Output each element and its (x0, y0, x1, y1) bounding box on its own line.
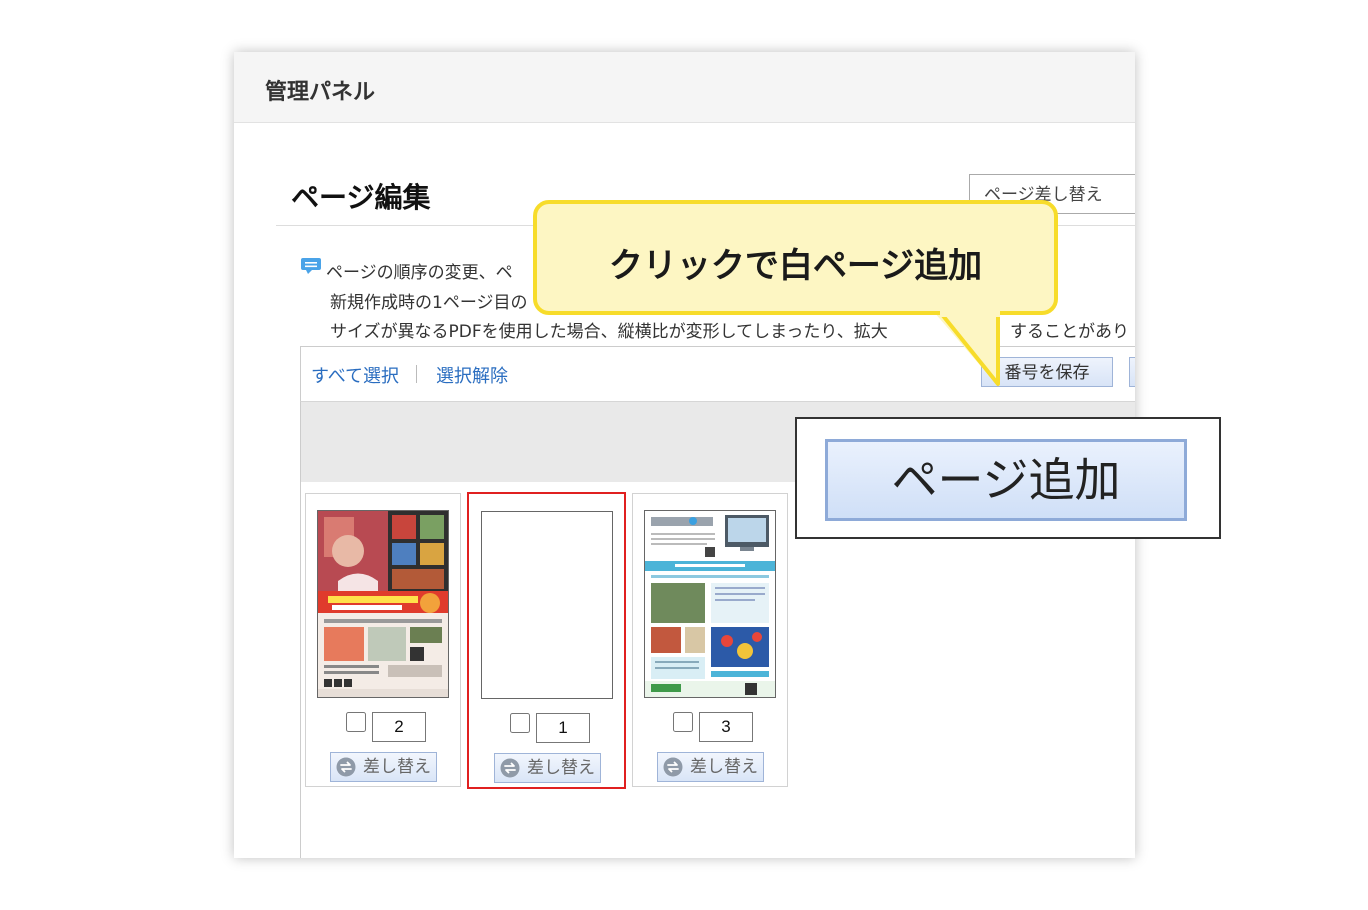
panel-title: 管理パネル (265, 80, 376, 105)
page-thumbnail-blank[interactable] (481, 511, 613, 699)
toolbar-separator (416, 365, 417, 383)
page-card[interactable]: 差し替え (632, 493, 788, 787)
replace-button-label: 差し替え (363, 757, 431, 777)
page-card[interactable]: 差し替え (305, 493, 461, 787)
wisebook-brochure-image (645, 511, 775, 697)
callout-text: クリックで白ページ追加 (608, 246, 983, 286)
deselect-link[interactable]: 選択解除 (436, 362, 508, 388)
comment-icon (301, 258, 321, 274)
callout-bubble: クリックで白ページ追加 (533, 200, 1058, 315)
callout-tail-join (940, 305, 1000, 317)
swap-arrows-icon (336, 757, 356, 777)
replace-button[interactable]: 差し替え (657, 752, 764, 782)
info-line-3a: サイズが異なるPDFを使用した場合、縦横比が変形してしまったり、拡大 (330, 322, 888, 342)
page-checkbox[interactable] (346, 712, 366, 732)
page-title: ページ編集 (291, 181, 431, 214)
page-thumbnail[interactable] (317, 510, 449, 698)
replace-button-label: 差し替え (690, 757, 758, 777)
page-number-input[interactable] (372, 712, 426, 742)
info-line-2: 新規作成時の1ページ目の (330, 293, 528, 313)
select-all-link[interactable]: すべて選択 (311, 362, 399, 388)
panel-header: 管理パネル (234, 52, 1135, 123)
swap-arrows-icon (663, 757, 683, 777)
swap-arrows-icon (500, 758, 520, 778)
page-number-input[interactable] (699, 712, 753, 742)
info-line-3b: することがあり (1010, 322, 1129, 342)
callout-tail (934, 310, 1000, 386)
page-thumbnail[interactable] (644, 510, 776, 698)
tourism-flyer-image (318, 511, 448, 697)
page-checkbox[interactable] (673, 712, 693, 732)
replace-button[interactable]: 差し替え (330, 752, 437, 782)
replace-button[interactable]: 差し替え (494, 753, 601, 783)
replace-button-label: 差し替え (527, 758, 595, 778)
zoom-inset: ページ追加 (795, 417, 1221, 539)
page-checkbox[interactable] (510, 713, 530, 733)
add-page-button-edge[interactable] (1129, 357, 1135, 387)
page-card-selected[interactable]: 差し替え (467, 492, 626, 789)
info-line-1: ページの順序の変更、ペ (326, 263, 513, 283)
add-page-button[interactable]: ページ追加 (825, 439, 1187, 521)
page-area-border (300, 402, 301, 858)
page-number-input[interactable] (536, 713, 590, 743)
